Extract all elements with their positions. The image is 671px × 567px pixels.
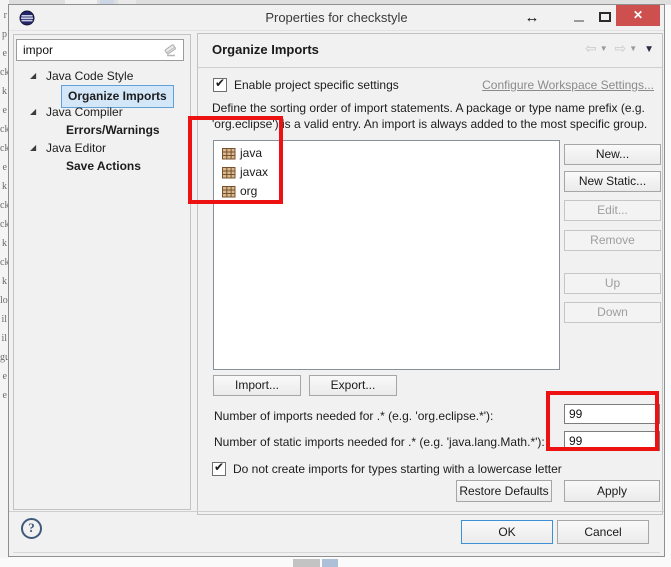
footer-separator (9, 511, 664, 512)
restore-size-icon[interactable]: ↔ (521, 7, 543, 29)
cancel-button[interactable]: Cancel (557, 520, 649, 544)
preferences-sidebar: ◢ Java Code Style Organize Imports ◢ Jav… (13, 34, 191, 510)
tree-item-errors-warnings[interactable]: Errors/Warnings (14, 121, 190, 139)
page-title: Organize Imports (212, 42, 319, 57)
header-separator (198, 67, 662, 68)
tree-item-java-compiler[interactable]: ◢ Java Compiler (14, 103, 190, 121)
view-menu-icon[interactable]: ▼ (644, 44, 654, 55)
imports-needed-label: Number of imports needed for .* (e.g. 'o… (214, 409, 493, 423)
maximize-button[interactable] (593, 7, 617, 28)
expanded-twistie-icon[interactable]: ◢ (30, 108, 36, 116)
ok-button[interactable]: OK (461, 520, 553, 544)
window-title: Properties for checkstyle (9, 5, 664, 30)
eclipse-logo-icon (19, 10, 35, 29)
background-taskbar-fragment (293, 559, 320, 567)
title-bar[interactable]: Properties for checkstyle ↔ ✕ (9, 5, 664, 31)
page-navigation: ⇦▼ ⇨▼ ▼ (582, 40, 654, 57)
properties-dialog: Properties for checkstyle ↔ ✕ ◢ Java Cod… (8, 4, 665, 557)
expanded-twistie-icon[interactable]: ◢ (30, 144, 36, 152)
tree-item-save-actions[interactable]: Save Actions (14, 157, 190, 175)
preferences-tree: ◢ Java Code Style Organize Imports ◢ Jav… (14, 67, 190, 175)
filter-input[interactable] (16, 39, 184, 61)
down-button: Down (564, 302, 661, 323)
tree-item-java-code-style[interactable]: ◢ Java Code Style (14, 67, 190, 85)
enable-project-settings-label[interactable]: Enable project specific settings (234, 78, 399, 92)
up-button: Up (564, 273, 661, 294)
remove-button: Remove (564, 230, 661, 251)
checkmark-icon: ✔ (214, 460, 224, 474)
import-button[interactable]: Import... (213, 375, 301, 396)
tree-item-organize-imports[interactable]: Organize Imports (14, 85, 190, 103)
help-button[interactable]: ? (21, 518, 42, 539)
apply-button[interactable]: Apply (564, 480, 660, 502)
new-button[interactable]: New... (564, 144, 661, 165)
forward-history-dropdown-icon[interactable]: ▼ (629, 44, 637, 53)
background-taskbar-fragment (322, 559, 338, 567)
forward-arrow-icon[interactable]: ⇨ (615, 40, 627, 56)
minimize-button[interactable] (567, 7, 591, 28)
expanded-twistie-icon[interactable]: ◢ (30, 72, 36, 80)
lowercase-imports-checkbox[interactable]: ✔ (212, 462, 226, 476)
checkmark-icon: ✔ (215, 76, 225, 90)
back-arrow-icon[interactable]: ⇦ (585, 40, 597, 56)
tree-item-java-editor[interactable]: ◢ Java Editor (14, 139, 190, 157)
enable-project-settings-checkbox[interactable]: ✔ (213, 78, 227, 92)
background-clipped-text: r p e ck k e ck ck e k ck ck k ck k lo i… (0, 6, 7, 405)
configure-workspace-settings-link[interactable]: Configure Workspace Settings... (482, 78, 654, 92)
annotation-rect-import-counts (546, 391, 659, 451)
new-static-button[interactable]: New Static... (564, 171, 661, 192)
export-button[interactable]: Export... (309, 375, 397, 396)
close-button[interactable]: ✕ (616, 5, 660, 26)
clear-filter-icon[interactable] (162, 43, 178, 60)
lowercase-imports-label[interactable]: Do not create imports for types starting… (233, 462, 562, 476)
annotation-rect-import-groups (188, 116, 283, 204)
back-history-dropdown-icon[interactable]: ▼ (600, 44, 608, 53)
static-imports-needed-label: Number of static imports needed for .* (… (214, 435, 545, 449)
restore-defaults-button[interactable]: Restore Defaults (456, 480, 552, 502)
edit-button: Edit... (564, 200, 661, 221)
dialog-inner-border (13, 552, 660, 553)
